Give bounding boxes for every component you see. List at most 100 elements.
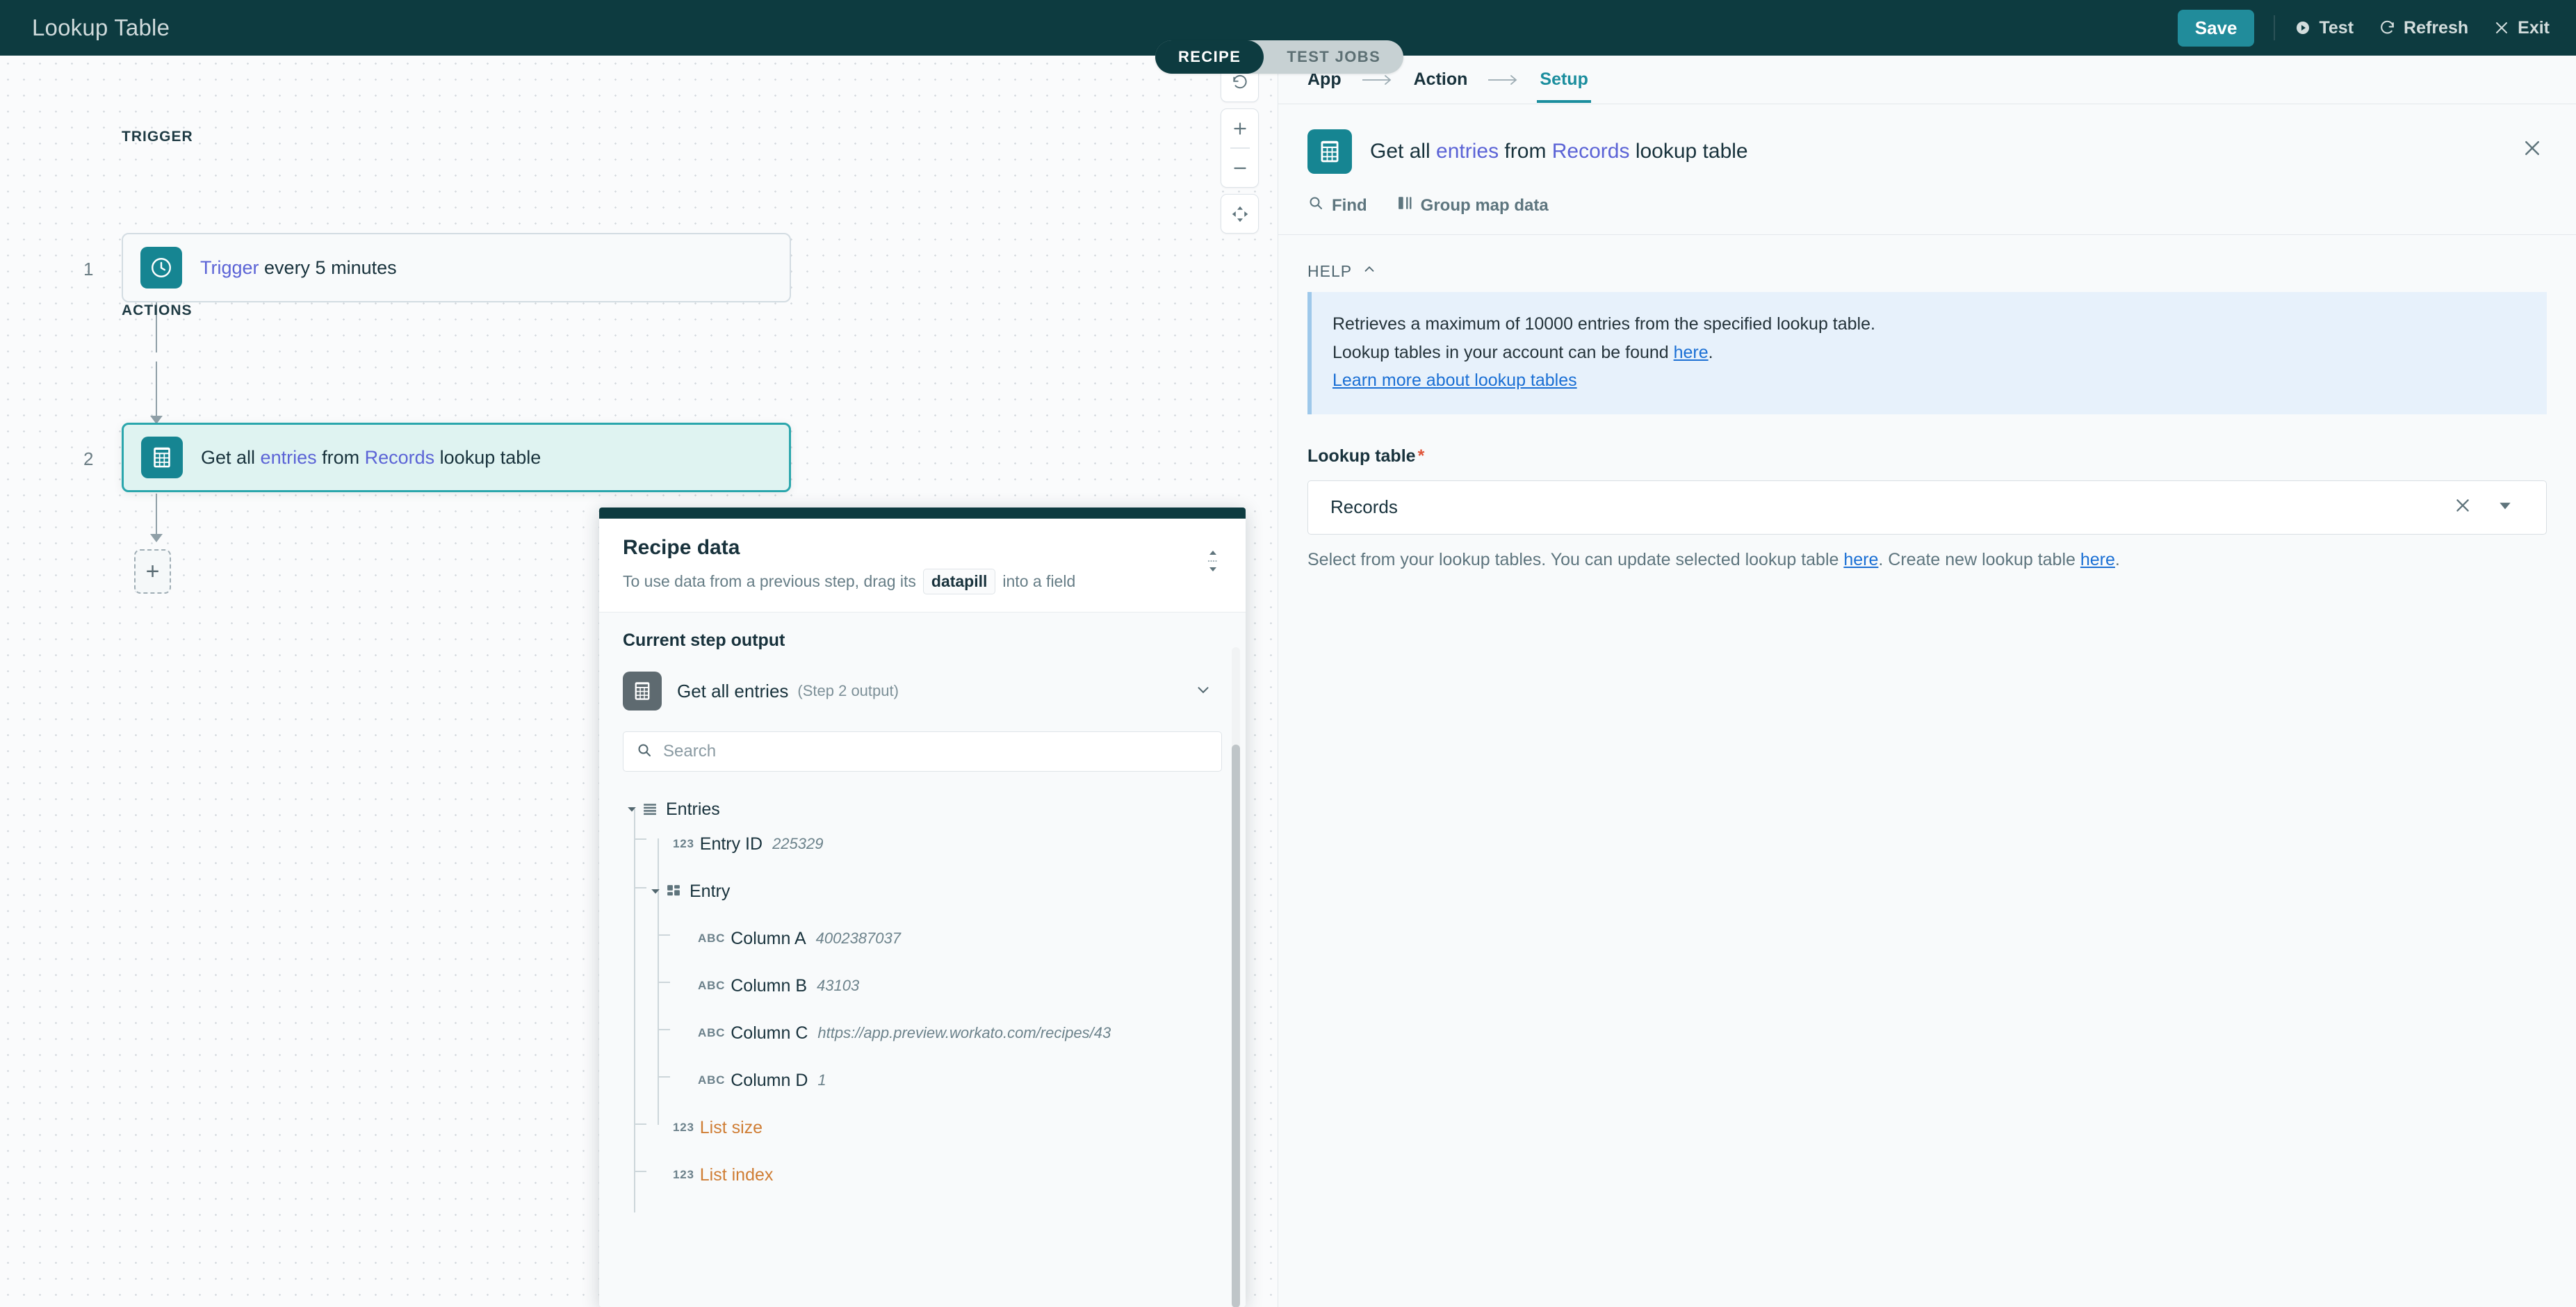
action-node-link-records[interactable]: Records <box>365 447 435 468</box>
caret-down-icon[interactable] <box>624 804 639 814</box>
panel-resize-handle[interactable] <box>1205 549 1221 573</box>
group-map-data-button[interactable]: Group map data <box>1398 195 1549 216</box>
action-title-link-records[interactable]: Records <box>1552 140 1630 163</box>
tree-label: List size <box>699 1117 763 1137</box>
current-step-output-label: Current step output <box>623 631 785 650</box>
clear-selection-icon[interactable] <box>2453 496 2472 519</box>
action-title-link-entries[interactable]: entries <box>1436 140 1499 163</box>
trigger-node[interactable]: Trigger every 5 minutes <box>122 233 791 302</box>
help-line-2-end: . <box>1708 342 1713 362</box>
step-output-meta: (Step 2 output) <box>797 682 899 699</box>
panel-toolbar: Find Group map data <box>1278 195 2576 235</box>
help-line-2-text: Lookup tables in your account can be fou… <box>1332 342 1674 362</box>
zoom-in-button[interactable] <box>1221 109 1259 147</box>
zoom-out-button[interactable] <box>1221 149 1259 187</box>
test-button[interactable]: Test <box>2294 18 2354 38</box>
group-map-data-label: Group map data <box>1420 195 1549 215</box>
step-2-number: 2 <box>83 448 94 469</box>
help-label: HELP <box>1307 261 1353 280</box>
caret-down-icon[interactable] <box>648 886 663 896</box>
trigger-section-label: TRIGGER <box>122 129 193 145</box>
help-line-1: Retrieves a maximum of 10000 entries fro… <box>1332 314 1875 334</box>
action-title-t1: Get all <box>1370 140 1437 163</box>
learn-more-link[interactable]: Learn more about lookup tables <box>1332 371 1577 390</box>
tree-node-column-b[interactable]: ABC Column B 43103 <box>698 972 859 1000</box>
list-icon <box>639 802 660 816</box>
refresh-icon <box>2379 19 2396 37</box>
tree-node-column-d[interactable]: ABC Column D 1 <box>698 1066 826 1094</box>
datatree-search[interactable] <box>623 731 1222 772</box>
pan-box <box>1221 194 1259 234</box>
breadcrumb: App Action Setup <box>1278 56 2576 104</box>
recipe-data-subtitle: To use data from a previous step, drag i… <box>623 569 1222 594</box>
lookup-table-icon <box>141 437 183 478</box>
create-lookup-table-link[interactable]: here <box>2080 550 2115 569</box>
action-node-t1: Get all <box>201 446 261 468</box>
zoom-box <box>1221 108 1259 188</box>
lookup-table-select[interactable]: Records <box>1307 480 2547 535</box>
action-node-t3: lookup table <box>434 446 541 468</box>
close-panel-button[interactable] <box>2522 138 2543 162</box>
tree-label: Column B <box>731 975 807 996</box>
tree-node-entry[interactable]: Entry <box>648 877 730 905</box>
recipe-data-panel[interactable]: Recipe data To use data from a previous … <box>599 508 1246 1307</box>
group-map-icon <box>1398 195 1413 216</box>
top-bar-actions: Save Test Refresh Exit <box>2177 0 2550 56</box>
action-config-panel: App Action Setup Get all entries from Re… <box>1278 56 2576 1307</box>
tree-node-list-index[interactable]: 123 List index <box>673 1161 773 1189</box>
tab-test-jobs[interactable]: TEST JOBS <box>1264 40 1403 74</box>
help-here-link[interactable]: here <box>1674 343 1709 362</box>
type-string-icon: ABC <box>698 1073 726 1087</box>
tree-guide <box>634 809 635 1212</box>
trigger-node-link[interactable]: Trigger <box>200 257 259 278</box>
tab-recipe[interactable]: RECIPE <box>1155 40 1264 74</box>
scrollbar-thumb[interactable] <box>1232 745 1240 1307</box>
connector-line <box>156 494 157 537</box>
add-step-button[interactable]: + <box>134 549 171 594</box>
tree-tick <box>634 838 646 840</box>
arrow-right-icon <box>1362 74 1393 86</box>
recipe-data-header: Recipe data To use data from a previous … <box>599 519 1246 612</box>
tree-node-entries[interactable]: Entries <box>624 795 720 823</box>
datapill-chip[interactable]: datapill <box>922 569 996 594</box>
action-node-get-all-entries[interactable]: Get all entries from Records lookup tabl… <box>122 423 791 492</box>
tree-node-entry-id[interactable]: 123 Entry ID 225329 <box>673 830 823 858</box>
action-node-link-entries[interactable]: entries <box>261 447 317 468</box>
tree-node-column-a[interactable]: ABC Column A 4002387037 <box>698 925 901 952</box>
action-node-text: Get all entries from Records lookup tabl… <box>201 447 541 469</box>
refresh-button[interactable]: Refresh <box>2379 18 2468 38</box>
tree-sample-value: https://app.preview.workato.com/recipes/… <box>817 1024 1111 1041</box>
type-number-icon: 123 <box>673 1121 694 1134</box>
exit-label: Exit <box>2518 17 2550 38</box>
chevron-down-icon[interactable] <box>2497 498 2513 517</box>
update-lookup-table-link[interactable]: here <box>1843 550 1878 569</box>
help-line-3: Learn more about lookup tables <box>1332 366 2526 395</box>
recenter-button[interactable] <box>1221 195 1259 233</box>
breadcrumb-setup[interactable]: Setup <box>1537 70 1592 103</box>
field-label-text: Lookup table <box>1307 446 1416 466</box>
find-label: Find <box>1332 195 1367 215</box>
type-number-icon: 123 <box>673 837 694 850</box>
action-title-t3: lookup table <box>1629 140 1748 163</box>
search-icon <box>1307 195 1324 216</box>
help-section-toggle[interactable]: HELP <box>1278 235 2576 292</box>
panel-drag-handle[interactable] <box>599 508 1246 519</box>
tree-tick <box>658 1029 670 1030</box>
find-button[interactable]: Find <box>1307 195 1367 216</box>
tree-node-column-c[interactable]: ABC Column C https://app.preview.workato… <box>698 1019 1111 1047</box>
tree-sample-value: 1 <box>817 1071 826 1089</box>
exit-button[interactable]: Exit <box>2493 18 2550 38</box>
tree-label: Column D <box>731 1070 808 1090</box>
actions-section-label: ACTIONS <box>122 302 193 318</box>
tree-label: Column C <box>731 1023 808 1043</box>
subtitle-after: into a field <box>1002 572 1076 590</box>
type-string-icon: ABC <box>698 979 726 992</box>
tree-node-list-size[interactable]: 123 List size <box>673 1114 763 1142</box>
breadcrumb-action[interactable]: Action <box>1414 70 1468 90</box>
save-button[interactable]: Save <box>2177 9 2255 47</box>
step-output-row[interactable]: Get all entries (Step 2 output) <box>623 672 1222 711</box>
trigger-node-text: Trigger every 5 minutes <box>200 257 397 279</box>
chevron-down-icon[interactable] <box>1194 681 1212 702</box>
connector-arrow <box>150 534 163 542</box>
search-input[interactable] <box>663 742 1209 761</box>
